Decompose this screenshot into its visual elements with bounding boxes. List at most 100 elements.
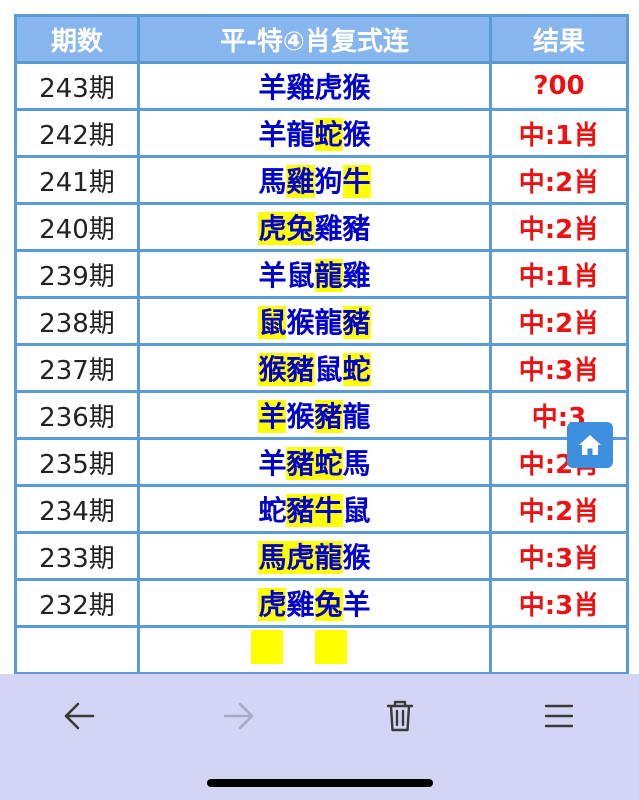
period-cell: 236期 — [14, 390, 140, 440]
zodiac-animal — [347, 630, 379, 664]
zodiac-animal: 雞 — [314, 212, 343, 245]
table-row: 239期 羊鼠龍雞 中:1肖 — [14, 249, 629, 299]
zodiac-animal: 猴 — [342, 71, 371, 104]
zodiac-animal: 兔 — [286, 212, 315, 245]
zodiac-animal — [283, 630, 315, 664]
result-cell — [489, 625, 629, 674]
zodiac-animal: 豬 — [286, 353, 315, 386]
table-header-row: 期数 平-特④肖复式连 结果 — [14, 14, 629, 64]
zodiac-animal: 馬 — [342, 447, 371, 480]
zodiac-animal: 豬 — [342, 306, 371, 339]
table-row: 242期 羊龍蛇猴 中:1肖 — [14, 108, 629, 158]
zodiac-animal: 龍 — [314, 541, 343, 574]
result-cell: 中:2肖 — [489, 202, 629, 252]
zodiac-animal: 蛇 — [314, 118, 343, 151]
table-row: 243期 羊雞虎猴 ?00 — [14, 61, 629, 111]
forward-button[interactable] — [215, 692, 263, 740]
zodiac-animal: 虎 — [314, 71, 343, 104]
table-row: 238期 鼠猴龍豬 中:2肖 — [14, 296, 629, 346]
zodiac-animal: 猴 — [286, 306, 315, 339]
result-cell: 中:2肖 — [489, 155, 629, 205]
period-cell: 232期 — [14, 578, 140, 628]
prediction-cell: 猴豬鼠蛇 — [137, 343, 492, 393]
prediction-cell: 羊鼠龍雞 — [137, 249, 492, 299]
table-row: 233期 馬虎龍猴 中:3肖 — [14, 531, 629, 581]
zodiac-animal: 虎 — [286, 541, 315, 574]
home-indicator — [207, 779, 433, 787]
prediction-cell: 羊龍蛇猴 — [137, 108, 492, 158]
zodiac-animal: 猴 — [342, 541, 371, 574]
prediction-cell: 馬雞狗牛 — [137, 155, 492, 205]
zodiac-animal: 雞 — [286, 71, 315, 104]
result-cell: 中:2肖 — [489, 296, 629, 346]
zodiac-animal: 羊 — [258, 447, 287, 480]
zodiac-animal — [314, 629, 347, 664]
zodiac-animal: 狗 — [314, 165, 343, 198]
zodiac-animal: 雞 — [342, 259, 371, 292]
result-cell: 中:3肖 — [489, 343, 629, 393]
zodiac-animal: 猴 — [258, 353, 287, 386]
zodiac-animal: 豬 — [342, 212, 371, 245]
prediction-cell — [137, 625, 492, 674]
results-table-container: 期数 平-特④肖复式连 结果 243期 羊雞虎猴 ?00 242期 羊龍蛇猴 中:1肖 24… — [0, 0, 639, 674]
zodiac-animal: 龍 — [286, 118, 315, 151]
header-period: 期数 — [14, 14, 140, 64]
trash-icon — [386, 700, 414, 732]
results-table: 期数 平-特④肖复式连 结果 243期 羊雞虎猴 ?00 242期 羊龍蛇猴 中:1肖 24… — [14, 14, 629, 674]
table-row: 232期 虎雞兔羊 中:3肖 — [14, 578, 629, 628]
zodiac-animal: 蛇 — [314, 447, 343, 480]
menu-button[interactable] — [535, 692, 583, 740]
zodiac-animal: 羊 — [258, 118, 287, 151]
zodiac-animal: 雞 — [286, 588, 315, 621]
zodiac-animal: 牛 — [342, 165, 371, 198]
zodiac-animal: 龍 — [314, 306, 343, 339]
zodiac-animal: 豬 — [286, 447, 315, 480]
home-button[interactable] — [567, 422, 613, 468]
header-result: 结果 — [489, 14, 629, 64]
prediction-cell: 羊雞虎猴 — [137, 61, 492, 111]
zodiac-animal: 羊 — [258, 400, 287, 433]
zodiac-animal: 羊 — [258, 259, 287, 292]
period-cell: 237期 — [14, 343, 140, 393]
period-cell: 240期 — [14, 202, 140, 252]
table-row — [14, 625, 629, 674]
zodiac-animal: 兔 — [314, 588, 343, 621]
home-icon — [579, 435, 601, 455]
zodiac-animal: 蛇 — [342, 353, 371, 386]
period-cell: 242期 — [14, 108, 140, 158]
zodiac-animal: 鼠 — [342, 494, 371, 527]
prediction-cell: 鼠猴龍豬 — [137, 296, 492, 346]
table-row: 240期 虎兔雞豬 中:2肖 — [14, 202, 629, 252]
zodiac-animal: 猴 — [286, 400, 315, 433]
prediction-cell: 羊豬蛇馬 — [137, 437, 492, 487]
prediction-cell: 蛇豬牛鼠 — [137, 484, 492, 534]
zodiac-animal: 羊 — [342, 588, 371, 621]
zodiac-animal: 馬 — [258, 165, 287, 198]
zodiac-animal: 龍 — [314, 259, 343, 292]
delete-button[interactable] — [376, 692, 424, 740]
zodiac-animal: 蛇 — [258, 494, 287, 527]
header-prediction: 平-特④肖复式连 — [137, 14, 492, 64]
zodiac-animal: 猴 — [342, 118, 371, 151]
zodiac-animal: 鼠 — [258, 306, 287, 339]
prediction-cell: 虎兔雞豬 — [137, 202, 492, 252]
table-row: 235期 羊豬蛇馬 中:2肖 — [14, 437, 629, 487]
zodiac-animal: 馬 — [258, 541, 287, 574]
zodiac-animal: 牛 — [314, 494, 343, 527]
period-cell: 235期 — [14, 437, 140, 487]
result-cell: 中:3肖 — [489, 578, 629, 628]
zodiac-animal: 虎 — [258, 212, 287, 245]
zodiac-animal: 豬 — [286, 494, 315, 527]
forward-arrow-icon — [223, 702, 254, 730]
prediction-cell: 虎雞兔羊 — [137, 578, 492, 628]
prediction-cell: 馬虎龍猴 — [137, 531, 492, 581]
table-row: 237期 猴豬鼠蛇 中:3肖 — [14, 343, 629, 393]
zodiac-animal: 雞 — [286, 165, 315, 198]
back-button[interactable] — [55, 692, 103, 740]
result-cell: 中:1肖 — [489, 108, 629, 158]
zodiac-animal: 虎 — [258, 588, 287, 621]
period-cell: 233期 — [14, 531, 140, 581]
zodiac-animal: 龍 — [342, 400, 371, 433]
table-row: 236期 羊猴豬龍 中:3 — [14, 390, 629, 440]
period-cell: 239期 — [14, 249, 140, 299]
